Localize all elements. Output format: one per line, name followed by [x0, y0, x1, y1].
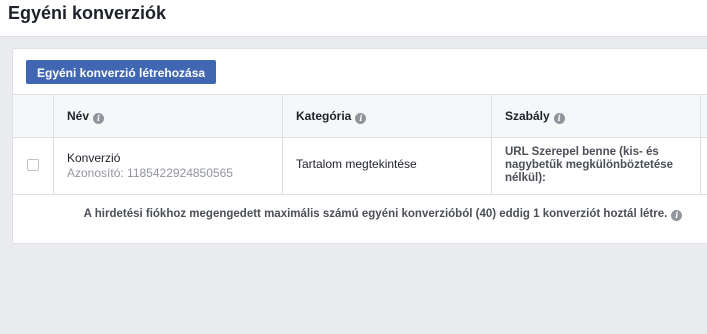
row-select-checkbox[interactable]	[27, 159, 39, 171]
column-header-rule[interactable]: Szabály i	[492, 95, 701, 137]
info-icon[interactable]: i	[355, 113, 367, 124]
column-header-category-label: Kategória	[296, 109, 352, 123]
page-header: Egyéni konverziók	[0, 0, 707, 37]
table-row[interactable]: Konverzió Azonosító: 1185422924850565 Ta…	[13, 138, 707, 195]
custom-conversions-panel: Egyéni konverzió létrehozása Név i Kategó…	[12, 48, 707, 244]
column-header-rule-label: Szabály	[505, 109, 550, 123]
column-header-overflow	[701, 95, 707, 137]
conversion-rule: URL Szerepel benne (kis- és nagybetűk me…	[505, 146, 674, 184]
conversion-category: Tartalom megtekintése	[296, 157, 417, 171]
column-header-name[interactable]: Név i	[54, 95, 283, 137]
table-header-row: Név i Kategória i Szabály i	[13, 94, 707, 138]
column-header-name-label: Név	[67, 109, 90, 123]
info-icon[interactable]: i	[671, 210, 683, 221]
page-title: Egyéni konverziók	[8, 3, 167, 23]
info-icon[interactable]: i	[93, 113, 105, 124]
conversion-limit-text: A hirdetési fiókhoz megengedett maximáli…	[83, 208, 668, 220]
select-column-header	[13, 95, 54, 137]
conversion-limit-note: A hirdetési fiókhoz megengedett maximáli…	[13, 207, 707, 221]
conversion-name[interactable]: Konverzió	[67, 151, 120, 166]
info-icon[interactable]: i	[553, 113, 565, 124]
conversion-id: Azonosító: 1185422924850565	[67, 166, 233, 180]
create-custom-conversion-button[interactable]: Egyéni konverzió létrehozása	[26, 60, 217, 84]
column-header-category[interactable]: Kategória i	[283, 95, 492, 137]
